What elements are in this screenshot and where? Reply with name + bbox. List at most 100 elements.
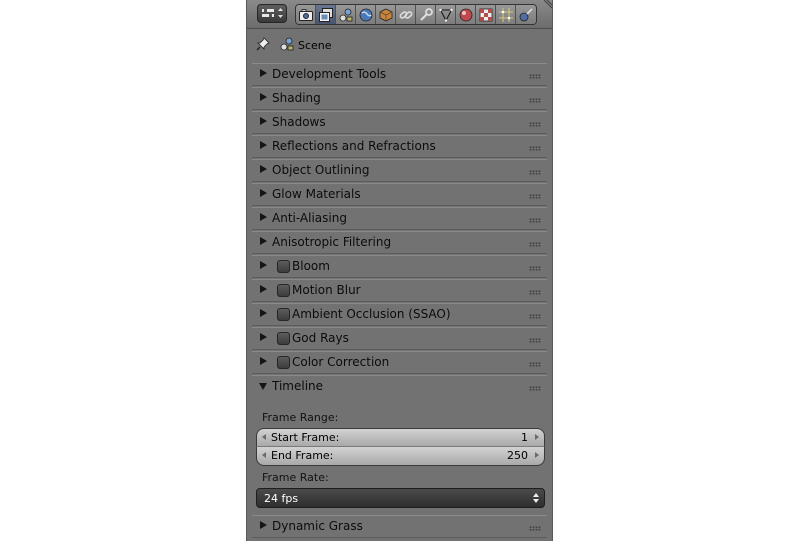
tab-constraints[interactable] xyxy=(396,5,416,24)
start-frame-label: Start Frame: xyxy=(271,431,340,444)
drag-grip-icon[interactable] xyxy=(529,266,541,271)
panel-label: Reflections and Refractions xyxy=(272,139,436,153)
tab-world[interactable] xyxy=(356,5,376,24)
panel-glow-materials[interactable]: Glow Materials xyxy=(252,183,547,206)
panel-object-outlining[interactable]: Object Outlining xyxy=(252,159,547,182)
expand-arrow-icon xyxy=(260,189,267,197)
drag-grip-icon[interactable] xyxy=(529,526,541,531)
scene-context-icon xyxy=(280,37,294,51)
drag-grip-icon[interactable] xyxy=(529,386,541,391)
pin-icon[interactable] xyxy=(256,37,270,51)
panel-anisotropic-filtering[interactable]: Anisotropic Filtering xyxy=(252,231,547,254)
properties-tabs xyxy=(295,4,537,25)
drag-grip-icon[interactable] xyxy=(529,314,541,319)
tab-texture[interactable] xyxy=(476,5,496,24)
end-frame-value: 250 xyxy=(507,449,528,462)
drag-grip-icon[interactable] xyxy=(529,170,541,175)
drag-grip-icon[interactable] xyxy=(529,74,541,79)
constraints-icon xyxy=(399,10,412,19)
panel-label: Glow Materials xyxy=(272,187,361,201)
expand-arrow-icon xyxy=(260,69,267,77)
panel-development-tools[interactable]: Development Tools xyxy=(252,63,547,86)
frame-rate-label: Frame Rate: xyxy=(262,471,329,484)
motion-blur-checkbox[interactable] xyxy=(277,284,290,297)
properties-editor: Scene Development Tools Shading Shadows … xyxy=(246,0,553,541)
editor-type-menu-icon xyxy=(262,8,283,18)
drag-grip-icon[interactable] xyxy=(529,218,541,223)
expand-arrow-icon xyxy=(260,117,267,125)
expand-arrow-icon xyxy=(260,237,267,245)
frame-rate-select[interactable]: 24 fps xyxy=(256,488,545,508)
panel-motion-blur[interactable]: Motion Blur xyxy=(252,279,547,302)
drag-grip-icon[interactable] xyxy=(529,290,541,295)
up-down-arrows-icon xyxy=(533,493,539,503)
panel-timeline[interactable]: Timeline xyxy=(252,375,547,398)
bloom-checkbox[interactable] xyxy=(277,260,290,273)
panel-god-rays[interactable]: God Rays xyxy=(252,327,547,350)
tab-scene[interactable] xyxy=(336,5,356,24)
panel-color-correction[interactable]: Color Correction xyxy=(252,351,547,374)
expand-arrow-icon xyxy=(260,285,267,293)
tab-data[interactable] xyxy=(436,5,456,24)
texture-icon xyxy=(479,8,492,21)
tab-particles[interactable] xyxy=(496,5,516,24)
frame-range-label: Frame Range: xyxy=(262,411,339,424)
end-frame-field[interactable]: End Frame: 250 xyxy=(256,447,545,466)
panel-label: Timeline xyxy=(272,379,324,393)
frame-rate-value: 24 fps xyxy=(264,492,299,505)
panel-label: Anti-Aliasing xyxy=(272,211,347,225)
panel-reflections-refractions[interactable]: Reflections and Refractions xyxy=(252,135,547,158)
render-icon xyxy=(298,8,313,21)
panel-label: Shading xyxy=(272,91,321,105)
drag-grip-icon[interactable] xyxy=(529,338,541,343)
panel-label: Ambient Occlusion (SSAO) xyxy=(292,307,451,321)
tab-render[interactable] xyxy=(296,5,316,24)
panel-label: Dynamic Grass xyxy=(272,519,363,533)
panel-shading[interactable]: Shading xyxy=(252,87,547,110)
panel-dynamic-grass[interactable]: Dynamic Grass xyxy=(252,515,547,538)
panel-bloom[interactable]: Bloom xyxy=(252,255,547,278)
panel-label: Anisotropic Filtering xyxy=(272,235,392,249)
area-corner-icon[interactable] xyxy=(542,0,552,10)
tab-physics[interactable] xyxy=(516,5,536,24)
expand-arrow-icon xyxy=(260,521,267,529)
color-correction-checkbox[interactable] xyxy=(277,356,290,369)
panel-label: Motion Blur xyxy=(292,283,361,297)
increment-arrow-icon[interactable] xyxy=(535,434,539,440)
panel-label: Shadows xyxy=(272,115,326,129)
drag-grip-icon[interactable] xyxy=(529,146,541,151)
tab-material[interactable] xyxy=(456,5,476,24)
tab-render-layers[interactable] xyxy=(316,5,336,24)
decrement-arrow-icon[interactable] xyxy=(262,452,266,458)
expand-arrow-icon xyxy=(260,261,267,269)
increment-arrow-icon[interactable] xyxy=(535,452,539,458)
editor-type-button[interactable] xyxy=(257,4,287,23)
physics-icon xyxy=(519,7,533,21)
panel-label: Color Correction xyxy=(292,355,390,369)
start-frame-field[interactable]: Start Frame: 1 xyxy=(256,428,545,447)
ssao-checkbox[interactable] xyxy=(277,308,290,321)
panel-label: Object Outlining xyxy=(272,163,370,177)
drag-grip-icon[interactable] xyxy=(529,122,541,127)
panel-anti-aliasing[interactable]: Anti-Aliasing xyxy=(252,207,547,230)
properties-header xyxy=(247,0,552,29)
expand-arrow-icon xyxy=(260,141,267,149)
panel-label: Bloom xyxy=(292,259,330,273)
tab-modifiers[interactable] xyxy=(416,5,436,24)
panel-ambient-occlusion[interactable]: Ambient Occlusion (SSAO) xyxy=(252,303,547,326)
god-rays-checkbox[interactable] xyxy=(277,332,290,345)
panel-shadows[interactable]: Shadows xyxy=(252,111,547,134)
expand-arrow-icon xyxy=(260,333,267,341)
expand-arrow-icon xyxy=(260,93,267,101)
drag-grip-icon[interactable] xyxy=(529,362,541,367)
drag-grip-icon[interactable] xyxy=(529,194,541,199)
expand-arrow-icon xyxy=(260,309,267,317)
expand-arrow-icon xyxy=(260,213,267,221)
tab-object[interactable] xyxy=(376,5,396,24)
world-icon xyxy=(359,8,372,21)
panel-label: God Rays xyxy=(292,331,349,345)
render-layers-icon xyxy=(318,7,333,22)
drag-grip-icon[interactable] xyxy=(529,98,541,103)
drag-grip-icon[interactable] xyxy=(529,242,541,247)
decrement-arrow-icon[interactable] xyxy=(262,434,266,440)
